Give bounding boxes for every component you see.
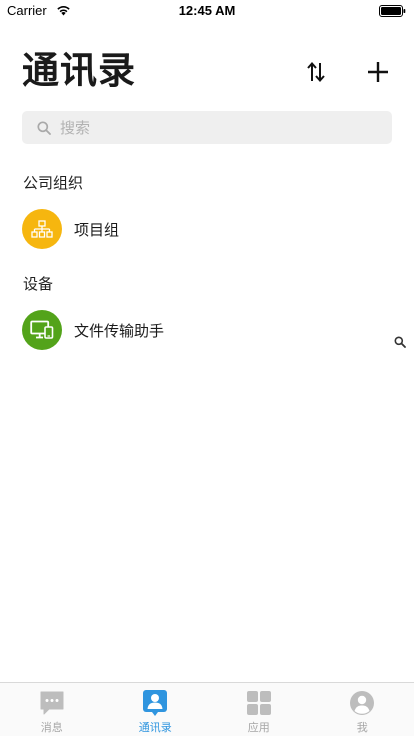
chat-bubble-icon [38, 689, 66, 717]
tab-me[interactable]: 我 [311, 683, 414, 736]
list-item-label: 文件传输助手 [74, 321, 165, 340]
status-bar: Carrier 12:45 AM [0, 0, 414, 22]
monitor-icon [30, 320, 54, 339]
tab-bar: 消息 通讯录 应用 我 [0, 682, 414, 736]
org-avatar [22, 209, 62, 249]
list-item-project-group[interactable]: 项目组 [0, 203, 414, 255]
device-avatar [22, 310, 62, 350]
sort-button[interactable] [302, 58, 330, 86]
tab-messages[interactable]: 消息 [0, 683, 104, 736]
floating-search-icon[interactable] [394, 336, 406, 348]
apps-grid-icon [245, 689, 273, 717]
search-bar[interactable] [22, 111, 392, 144]
org-chart-icon [31, 220, 53, 238]
battery-icon [379, 5, 406, 17]
list-item-label: 项目组 [74, 220, 120, 239]
search-input[interactable] [60, 118, 360, 137]
page-title: 通讯录 [22, 49, 136, 92]
tab-label: 应用 [247, 721, 270, 734]
section-header-devices: 设备 [23, 275, 54, 293]
plus-icon [368, 62, 388, 82]
search-icon [37, 120, 51, 135]
tab-apps[interactable]: 应用 [207, 683, 311, 736]
add-button[interactable] [364, 58, 392, 86]
tab-label: 通讯录 [138, 721, 172, 734]
sort-arrows-icon [307, 61, 325, 83]
section-header-organization: 公司组织 [23, 174, 84, 192]
list-item-file-transfer[interactable]: 文件传输助手 [0, 304, 414, 356]
profile-icon [348, 689, 376, 717]
tab-label: 我 [356, 721, 368, 734]
tab-contacts[interactable]: 通讯录 [104, 683, 208, 736]
status-time: 12:45 AM [178, 3, 236, 18]
contacts-icon [141, 689, 169, 717]
tab-label: 消息 [40, 721, 63, 734]
